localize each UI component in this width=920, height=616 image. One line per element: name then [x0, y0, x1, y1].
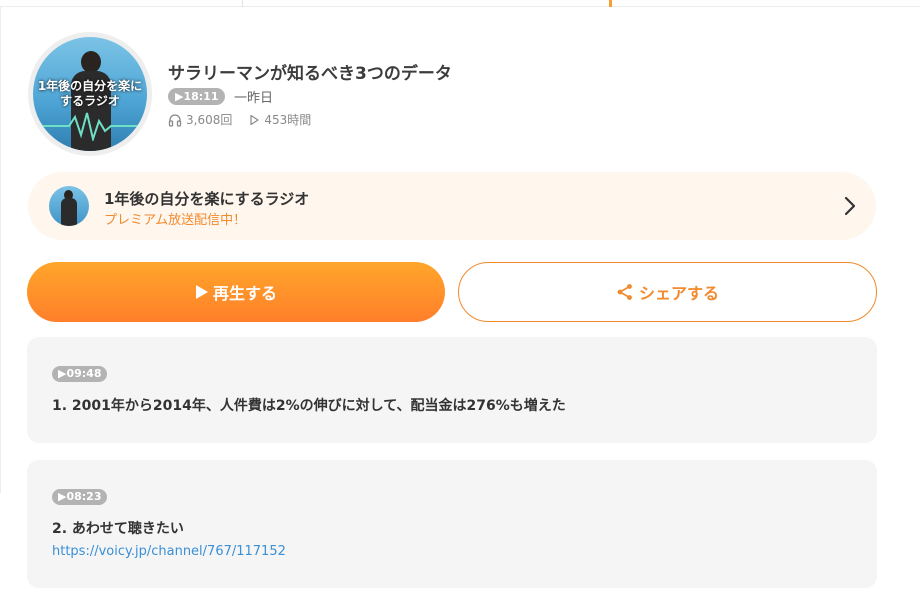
episode-artwork: 1年後の自分を楽にするラジオ: [33, 37, 147, 151]
headphones-icon: [168, 113, 182, 127]
top-nav-active-indicator: [609, 0, 612, 7]
share-button-label: シェアする: [638, 284, 719, 303]
chapter-link[interactable]: https://voicy.jp/channel/767/117152: [52, 544, 286, 559]
play-count: 3,608回: [186, 113, 233, 127]
chevron-right-icon: [844, 196, 856, 216]
episode-header: 1年後の自分を楽にするラジオ サラリーマンが知るべき3つのデータ ▶18:11 …: [28, 32, 888, 158]
share-button[interactable]: シェアする: [458, 262, 877, 322]
channel-name: 1年後の自分を楽にするラジオ: [104, 190, 310, 208]
episode-page: 1年後の自分を楽にするラジオ サラリーマンが知るべき3つのデータ ▶18:11 …: [0, 0, 920, 616]
chapter-item[interactable]: ▶09:48 1. 2001年から2014年、人件費は2%の伸びに対して、配当金…: [27, 337, 877, 443]
chapter-item[interactable]: ▶08:23 2. あわせて聴きたい https://voicy.jp/chan…: [27, 460, 877, 588]
play-button-label: 再生する: [212, 284, 277, 303]
episode-date: 一昨日: [234, 91, 274, 106]
top-nav-divider: [242, 0, 243, 7]
premium-status: プレミアム放送配信中！: [104, 213, 247, 228]
duration-badge: ▶18:11: [168, 88, 226, 105]
artwork-title: 1年後の自分を楽にするラジオ: [37, 79, 143, 108]
episode-title: サラリーマンが知るべき3つのデータ: [168, 64, 452, 84]
channel-card[interactable]: 1年後の自分を楽にするラジオ プレミアム放送配信中！: [28, 172, 876, 240]
play-button[interactable]: 再生する: [27, 262, 445, 322]
chapter-timestamp[interactable]: ▶08:23: [52, 489, 108, 505]
listen-time: 453時間: [264, 113, 312, 127]
chapter-text: 1. 2001年から2014年、人件費は2%の伸びに対して、配当金は276%も増…: [52, 398, 566, 414]
chapter-timestamp[interactable]: ▶09:48: [52, 366, 108, 382]
play-outline-icon: [250, 114, 259, 125]
left-divider: [0, 7, 1, 493]
chapter-text: 2. あわせて聴きたい: [52, 521, 184, 537]
play-icon: [195, 285, 208, 299]
sound-wave-icon: [39, 112, 141, 141]
top-nav-border: [0, 0, 920, 7]
share-icon: [617, 284, 632, 300]
channel-avatar: [49, 186, 89, 226]
episode-stats: 3,608回 453時間: [168, 111, 311, 128]
episode-artwork-frame: 1年後の自分を楽にするラジオ: [28, 32, 152, 156]
